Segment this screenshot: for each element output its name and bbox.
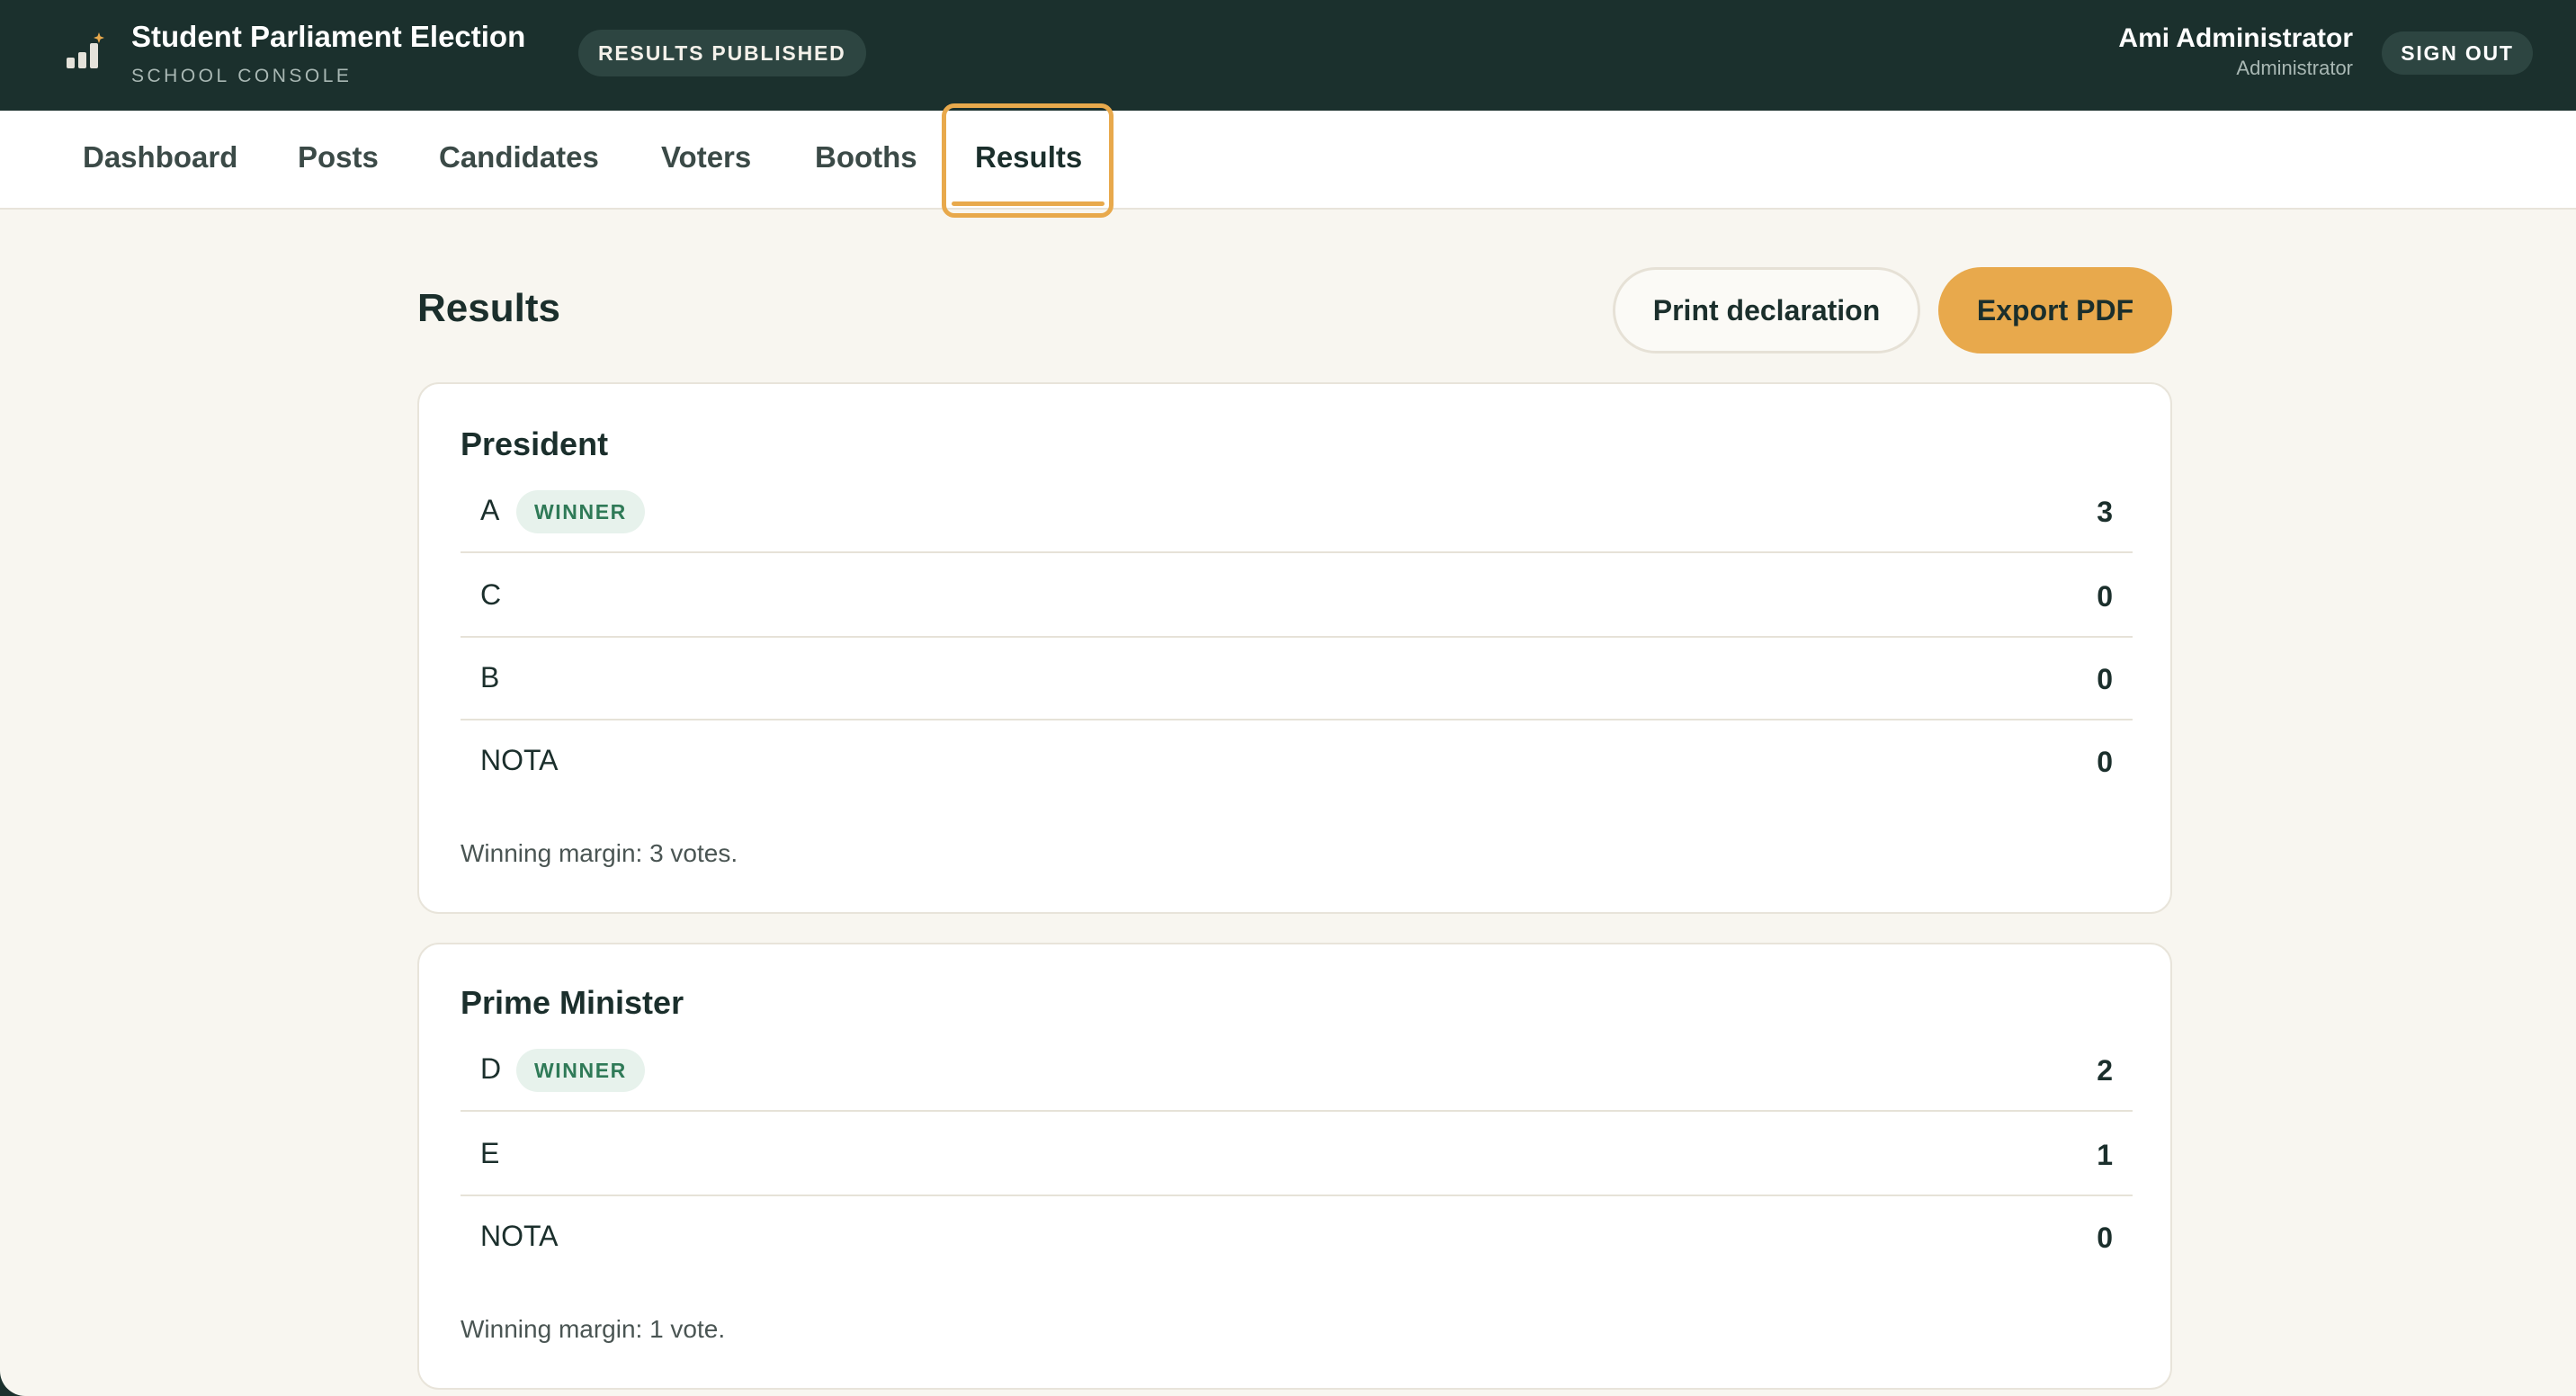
vote-count: 0 — [2097, 1222, 2113, 1254]
candidate-name: A — [480, 494, 500, 526]
active-tab-indicator — [952, 201, 1105, 206]
winner-badge: WINNER — [516, 490, 645, 533]
vote-count: 0 — [2097, 580, 2113, 613]
top-bar: Student Parliament Election SCHOOL CONSO… — [0, 0, 2576, 111]
candidate-name: NOTA — [480, 744, 559, 776]
tab-booths[interactable]: Booths — [815, 111, 917, 208]
user-name: Ami Administrator — [2118, 23, 2353, 53]
app-frame: Student Parliament Election SCHOOL CONSO… — [0, 0, 2576, 1396]
candidate-row: C 0 — [461, 555, 2133, 638]
candidate-row: NOTA 0 — [461, 1196, 2133, 1279]
export-pdf-button[interactable]: Export PDF — [1938, 267, 2172, 353]
tab-voters[interactable]: Voters — [661, 111, 751, 208]
tab-dashboard[interactable]: Dashboard — [83, 111, 237, 208]
candidate-name: C — [480, 578, 502, 611]
user-role: Administrator — [2236, 57, 2353, 79]
candidate-row: D WINNER 2 — [461, 1029, 2133, 1112]
vote-count: 0 — [2097, 663, 2113, 695]
candidate-row: NOTA 0 — [461, 720, 2133, 803]
winning-margin: Winning margin: 1 vote. — [461, 1315, 726, 1343]
print-declaration-button[interactable]: Print declaration — [1613, 267, 1920, 353]
winner-badge: WINNER — [516, 1049, 645, 1092]
sign-out-button[interactable]: SIGN OUT — [2382, 31, 2533, 75]
bar-chart-sparkle-icon — [67, 32, 104, 68]
tab-candidates[interactable]: Candidates — [439, 111, 599, 208]
vote-count: 1 — [2097, 1139, 2113, 1171]
app-subtitle: SCHOOL CONSOLE — [131, 66, 353, 86]
vote-count: 3 — [2097, 496, 2113, 528]
vote-count: 2 — [2097, 1054, 2113, 1087]
status-badge: RESULTS PUBLISHED — [578, 30, 866, 76]
winning-margin: Winning margin: 3 votes. — [461, 839, 738, 867]
candidate-name: NOTA — [480, 1220, 559, 1252]
candidate-row: B 0 — [461, 638, 2133, 720]
post-title: President — [461, 425, 609, 462]
candidate-name: B — [480, 661, 500, 694]
tab-posts[interactable]: Posts — [298, 111, 379, 208]
candidate-row: A WINNER 3 — [461, 470, 2133, 553]
post-title: Prime Minister — [461, 984, 684, 1021]
page-title: Results — [417, 286, 560, 330]
tab-results[interactable]: Results — [975, 111, 1082, 208]
app-title: Student Parliament Election — [131, 20, 526, 53]
post-card-president: President A WINNER 3 C 0 B 0 NOTA 0 Winn… — [417, 382, 2172, 914]
candidate-row: E 1 — [461, 1114, 2133, 1196]
candidate-name: E — [480, 1137, 500, 1169]
post-card-prime-minister: Prime Minister D WINNER 2 E 1 NOTA 0 Win… — [417, 943, 2172, 1390]
candidate-name: D — [480, 1052, 502, 1085]
vote-count: 0 — [2097, 746, 2113, 778]
main-nav: Dashboard Posts Candidates Voters Booths… — [0, 111, 2576, 210]
